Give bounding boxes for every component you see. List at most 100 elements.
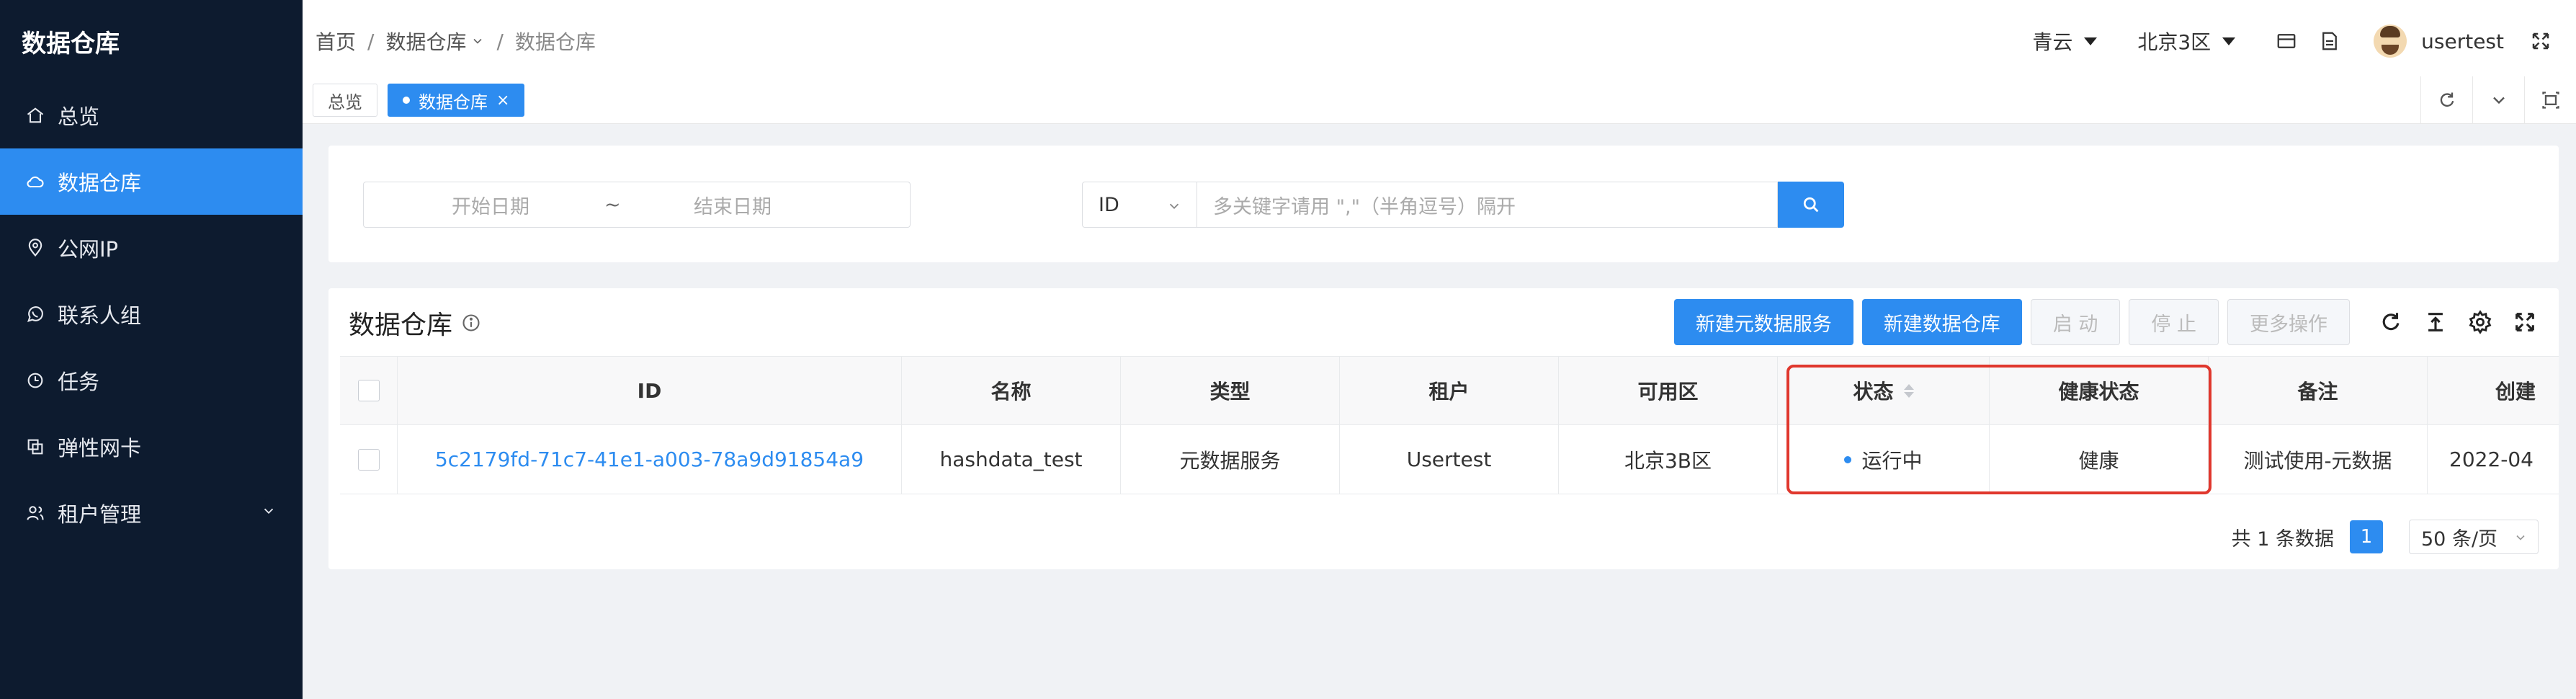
start-date-placeholder: 开始日期 [452, 195, 529, 218]
sidebar-item-label: 联系人组 [58, 303, 142, 328]
export-icon[interactable] [2423, 310, 2448, 334]
fullscreen-icon[interactable] [2530, 30, 2552, 52]
active-dot [403, 97, 410, 104]
copy-icon [24, 436, 46, 458]
sidebar-item-contact-groups[interactable]: 联系人组 [0, 281, 303, 347]
cloud-icon [24, 171, 46, 192]
home-icon [24, 104, 46, 126]
date-range-picker[interactable]: 开始日期 ~ 结束日期 [363, 182, 911, 228]
tabs-tools [2420, 76, 2576, 124]
whatsapp-icon [24, 303, 46, 325]
page-number-button[interactable]: 1 [2350, 520, 2383, 553]
info-icon[interactable] [461, 313, 481, 333]
users-icon [24, 502, 46, 524]
highlight-annotation [1786, 365, 2211, 494]
header-right: 青云 北京3区 usertest [2032, 0, 2576, 82]
warehouse-table: ID 名称 类型 租户 可用区 状态 健康状态 备注 创建 5c2179fd-7… [340, 356, 2559, 509]
gear-icon[interactable] [2468, 310, 2492, 334]
filter-card: 开始日期 ~ 结束日期 ID 多关键字请用 ","（半角逗号）隔开 [328, 146, 2559, 262]
search-button[interactable] [1778, 182, 1844, 228]
caret-down-icon [2222, 37, 2236, 45]
cloud-label: 青云 [2032, 30, 2073, 54]
table-row[interactable]: 5c2179fd-71c7-41e1-a003-78a9d91854a9 has… [340, 425, 2559, 494]
location-icon [24, 237, 46, 259]
card-icon[interactable] [2276, 30, 2297, 52]
refresh-icon[interactable] [2379, 310, 2403, 334]
row-type: 元数据服务 [1121, 425, 1340, 494]
row-checkbox[interactable] [357, 448, 380, 471]
page-title: 数据仓库 [349, 311, 453, 340]
search-input[interactable]: 多关键字请用 ","（半角逗号）隔开 [1197, 182, 1778, 228]
more-actions-button[interactable]: 更多操作 [2227, 299, 2350, 345]
column-header-id: ID [398, 357, 902, 424]
breadcrumb: 首页 / 数据仓库 / 数据仓库 [316, 0, 596, 82]
sidebar-item-label: 弹性网卡 [58, 436, 142, 460]
search-field-select[interactable]: ID [1082, 182, 1197, 228]
table-toolbar: 新建元数据服务 新建数据仓库 启 动 停 止 更多操作 [1673, 298, 2559, 346]
header-select-cell [340, 357, 398, 424]
tab-warehouse[interactable]: 数据仓库 × [388, 84, 525, 117]
end-date-placeholder: 结束日期 [694, 195, 772, 218]
sidebar-item-label: 公网IP [58, 237, 119, 262]
table-header: ID 名称 类型 租户 可用区 状态 健康状态 备注 创建 [340, 356, 2559, 425]
sidebar-item-label: 数据仓库 [58, 171, 142, 195]
tab-label: 数据仓库 [419, 92, 488, 112]
page-size-select[interactable]: 50 条/页 [2409, 520, 2539, 554]
sidebar-item-eni[interactable]: 弹性网卡 [0, 414, 303, 480]
search-group: ID 多关键字请用 ","（半角逗号）隔开 [1082, 182, 1844, 228]
refresh-tab-button[interactable] [2420, 76, 2472, 124]
sidebar-item-tenant-management[interactable]: 租户管理 [0, 480, 303, 546]
chevron-down-icon [2492, 97, 2505, 104]
username[interactable]: usertest [2421, 30, 2504, 53]
fullscreen-icon[interactable] [2513, 310, 2537, 334]
cloud-dropdown[interactable]: 青云 [2032, 27, 2098, 55]
page-size-value: 50 条/页 [2421, 527, 2498, 551]
zone-dropdown[interactable]: 北京3区 [2137, 27, 2236, 55]
breadcrumb-current: 数据仓库 [514, 30, 596, 54]
row-created: 2022-04 [2428, 425, 2559, 494]
sidebar-item-public-ip[interactable]: 公网IP [0, 215, 303, 281]
sidebar-item-warehouse[interactable]: 数据仓库 [0, 148, 303, 215]
maximize-button[interactable] [2524, 76, 2576, 124]
row-id-link[interactable]: 5c2179fd-71c7-41e1-a003-78a9d91854a9 [398, 425, 902, 494]
new-metadata-service-button[interactable]: 新建元数据服务 [1673, 299, 1853, 345]
chevron-down-icon [2516, 535, 2525, 540]
caret-down-icon [2084, 37, 2098, 45]
maximize-icon [2541, 92, 2559, 109]
sidebar-item-overview[interactable]: 总览 [0, 82, 303, 148]
tabs-dropdown-button[interactable] [2472, 76, 2524, 124]
top-header: 首页 / 数据仓库 / 数据仓库 青云 北京3区 usertest [303, 0, 2576, 82]
stop-button[interactable]: 停 止 [2129, 299, 2219, 345]
warehouse-list-card: 数据仓库 新建元数据服务 新建数据仓库 启 动 停 止 更多操作 ID 名称 类… [328, 288, 2559, 569]
breadcrumb-warehouse[interactable]: 数据仓库 [385, 27, 466, 55]
sidebar-item-tasks[interactable]: 任务 [0, 347, 303, 414]
breadcrumb-separator: / [496, 29, 504, 53]
date-range-separator: ~ [604, 193, 621, 216]
column-header-name: 名称 [902, 357, 1121, 424]
new-warehouse-button[interactable]: 新建数据仓库 [1861, 299, 2022, 345]
app-brand: 数据仓库 [22, 29, 120, 58]
tab-overview[interactable]: 总览 [313, 84, 377, 117]
row-select-cell [340, 425, 398, 494]
breadcrumb-home[interactable]: 首页 [316, 27, 356, 55]
zone-label: 北京3区 [2137, 30, 2211, 54]
sidebar-item-label: 租户管理 [58, 502, 142, 527]
clock-icon [24, 370, 46, 391]
tabs-bar: 总览 数据仓库 × [303, 76, 2576, 124]
document-icon[interactable] [2319, 30, 2340, 52]
column-header-tenant: 租户 [1340, 357, 1559, 424]
row-zone: 北京3B区 [1559, 425, 1778, 494]
sidebar-item-label: 任务 [58, 370, 100, 394]
card-title: 数据仓库 [349, 307, 481, 340]
chevron-down-icon[interactable] [470, 34, 485, 48]
pagination: 共 1 条数据 1 50 条/页 [2232, 519, 2539, 555]
row-remark: 测试使用-元数据 [2209, 425, 2428, 494]
avatar[interactable] [2374, 25, 2407, 58]
close-icon[interactable]: × [496, 92, 509, 110]
column-header-type: 类型 [1121, 357, 1340, 424]
start-button[interactable]: 启 动 [2030, 299, 2121, 345]
column-header-zone: 可用区 [1559, 357, 1778, 424]
search-icon [1803, 197, 1819, 213]
search-field-value: ID [1099, 193, 1119, 216]
select-all-checkbox[interactable] [357, 380, 380, 401]
